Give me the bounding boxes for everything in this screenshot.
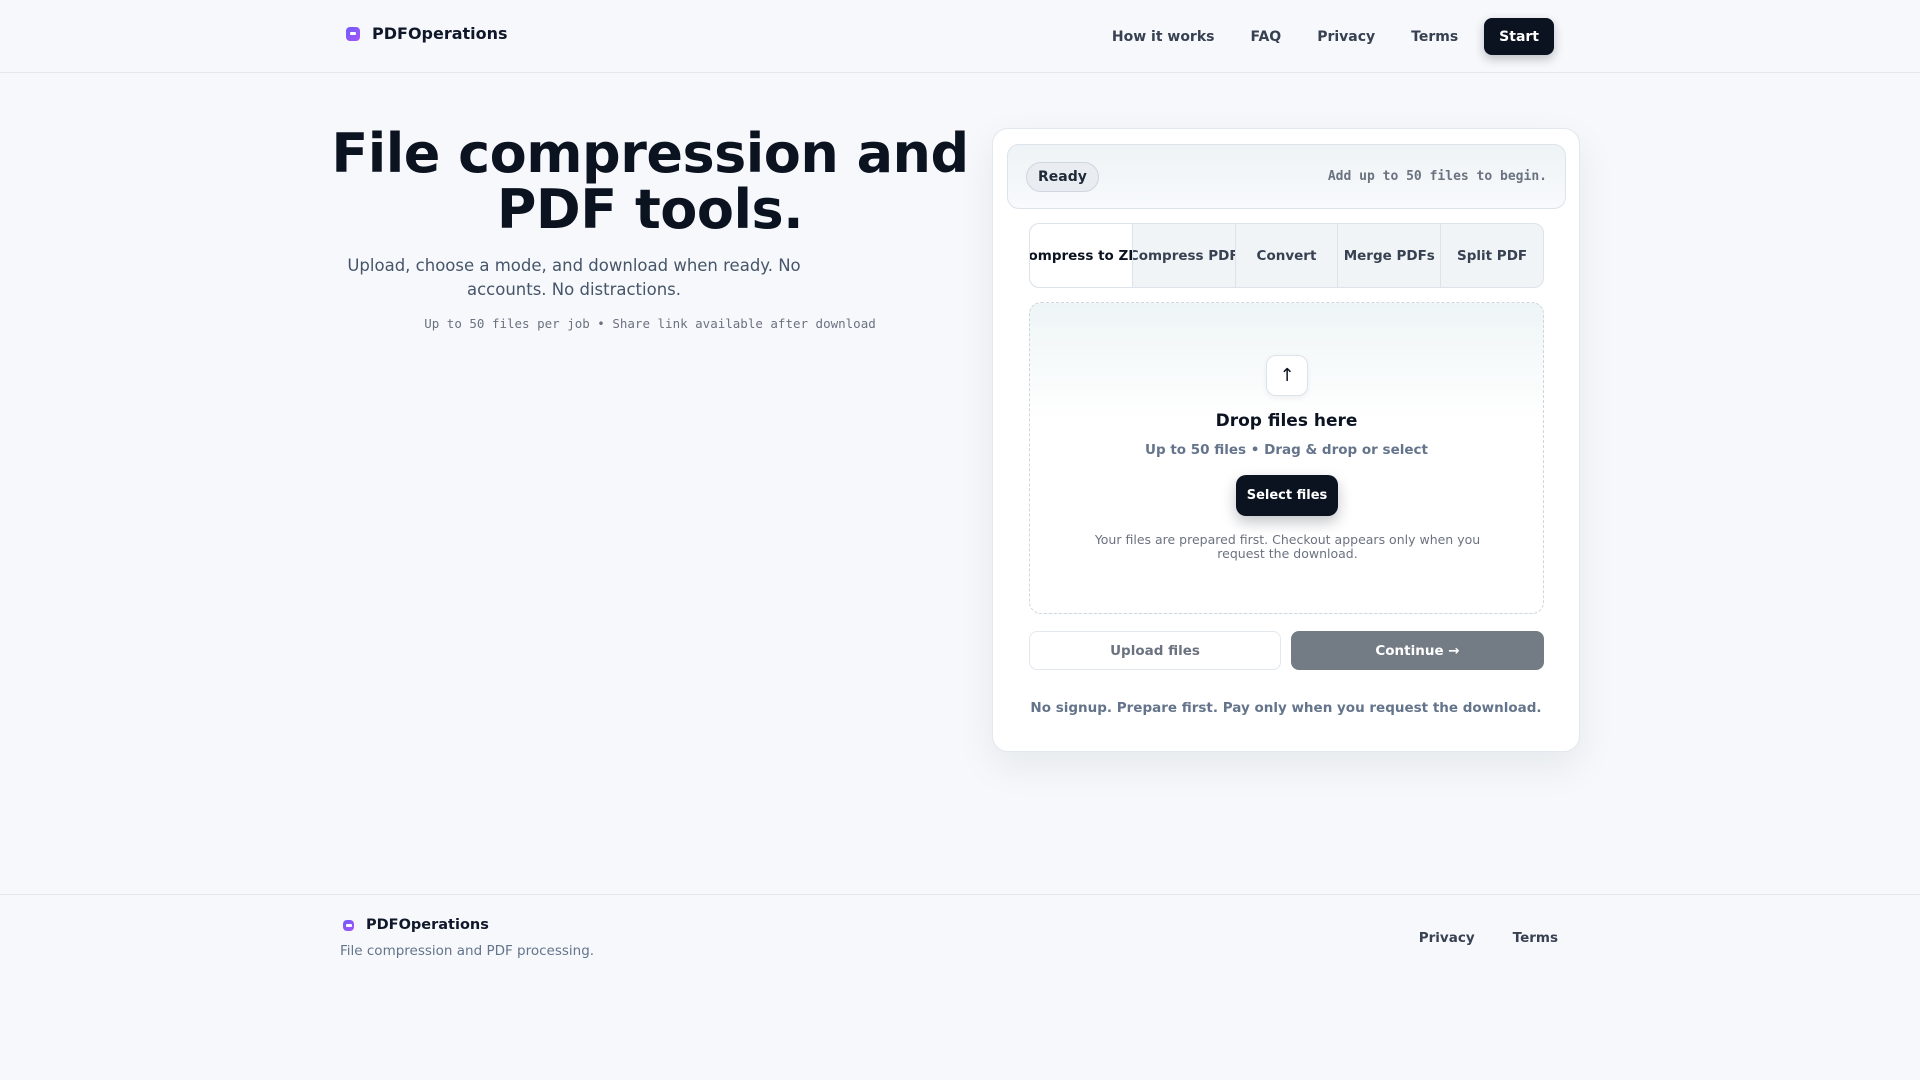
start-button[interactable]: Start: [1484, 18, 1554, 55]
nav-faq[interactable]: FAQ: [1232, 19, 1299, 55]
hero-subtitle: Upload, choose a mode, and download when…: [347, 256, 801, 299]
top-nav: How it works FAQ Privacy Terms Start: [1094, 18, 1554, 55]
status-message: Add up to 50 files to begin.: [1327, 169, 1547, 184]
footer-brand-name: PDFOperations: [366, 917, 489, 933]
dropzone-note: Your files are prepared first. Checkout …: [1094, 532, 1481, 561]
footer-link-privacy[interactable]: Privacy: [1393, 930, 1487, 946]
footer-links: Privacy Terms: [1393, 930, 1570, 946]
hero-meta: Up to 50 files per job • Share link avai…: [424, 316, 876, 331]
tab-label: Merge PDFs: [1343, 247, 1435, 264]
tab-compress-to-zip[interactable]: Compress to ZIP: [1030, 224, 1132, 287]
upload-card: Ready Add up to 50 files to begin. Compr…: [992, 128, 1580, 752]
footer-link-terms[interactable]: Terms: [1487, 930, 1570, 946]
tab-label: Convert: [1256, 247, 1317, 264]
hero: File compression and PDF tools. Upload, …: [330, 122, 970, 332]
status-badge: Ready: [1026, 162, 1099, 192]
pdf-logo-icon: [343, 919, 354, 931]
upload-arrow-icon: ↑: [1266, 355, 1308, 396]
dropzone-title: Drop files here: [1215, 411, 1358, 431]
hero-title: File compression and PDF tools.: [331, 122, 969, 241]
brand-name: PDFOperations: [372, 24, 508, 43]
nav-terms[interactable]: Terms: [1393, 19, 1476, 55]
tab-split-pdf[interactable]: Split PDF: [1440, 224, 1543, 287]
select-files-button[interactable]: Select files: [1236, 475, 1338, 516]
footer-tagline: File compression and PDF processing.: [340, 943, 595, 959]
site-header: PDFOperations How it works FAQ Privacy T…: [0, 0, 1920, 73]
upload-files-button[interactable]: Upload files: [1029, 631, 1281, 670]
tab-compress-pdf[interactable]: Compress PDF: [1131, 224, 1235, 287]
file-dropzone[interactable]: ↑ Drop files here Up to 50 files • Drag …: [1029, 302, 1544, 614]
footer-brand[interactable]: PDFOperations: [343, 917, 489, 933]
card-footnote: No signup. Prepare first. Pay only when …: [1030, 700, 1542, 716]
status-bar: Ready Add up to 50 files to begin.: [1007, 144, 1566, 209]
tab-merge-pdfs[interactable]: Merge PDFs: [1337, 224, 1440, 287]
site-footer: PDFOperations File compression and PDF p…: [0, 894, 1920, 1080]
pdf-logo-icon: [346, 26, 360, 41]
brand[interactable]: PDFOperations: [346, 24, 508, 43]
dropzone-subtitle: Up to 50 files • Drag & drop or select: [1145, 442, 1428, 458]
nav-privacy[interactable]: Privacy: [1299, 19, 1393, 55]
mode-tabs: Compress to ZIP Compress PDF Convert Mer…: [1029, 223, 1544, 288]
continue-button[interactable]: Continue →: [1291, 631, 1544, 670]
tab-label: Compress PDF: [1131, 247, 1235, 264]
tab-convert[interactable]: Convert: [1234, 224, 1338, 287]
tab-label: Split PDF: [1457, 247, 1528, 264]
tab-label: Compress to ZIP: [1030, 247, 1132, 264]
nav-how-it-works[interactable]: How it works: [1094, 19, 1233, 55]
